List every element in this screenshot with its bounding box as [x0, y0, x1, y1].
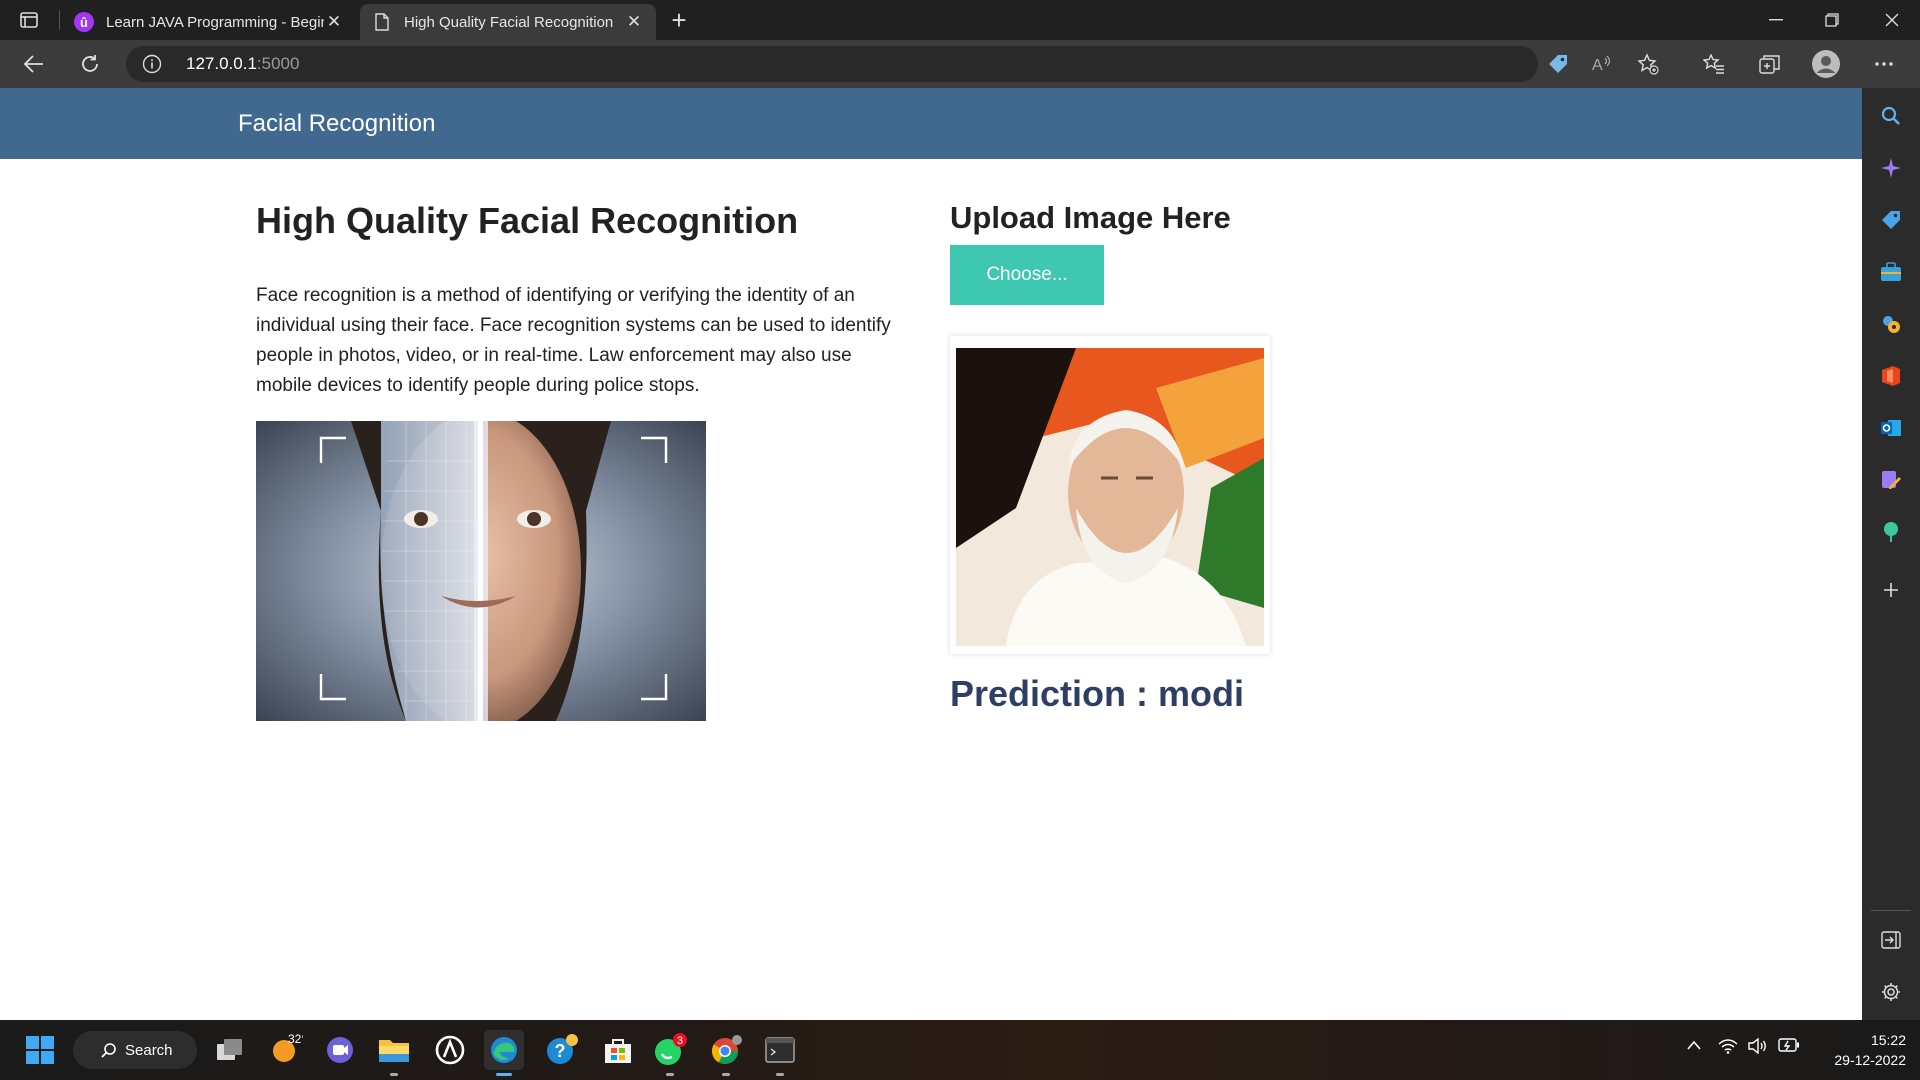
terminal-icon[interactable] [760, 1030, 800, 1076]
upload-heading: Upload Image Here [950, 200, 1231, 235]
drop-notes-icon[interactable] [1877, 466, 1905, 494]
tab-learn-java[interactable]: û Learn JAVA Programming - Begin ✕ [62, 4, 356, 40]
tab-separator [59, 10, 60, 30]
microsoft-store-icon[interactable] [598, 1030, 638, 1070]
coupon-tag-icon[interactable] [1546, 52, 1570, 76]
search-icon[interactable] [1877, 102, 1905, 130]
tab-label: High Quality Facial Recognition [404, 13, 614, 31]
task-view-icon[interactable] [210, 1030, 250, 1070]
read-aloud-icon[interactable]: A [1590, 52, 1614, 76]
tools-briefcase-icon[interactable] [1877, 258, 1905, 286]
help-icon[interactable]: ? [542, 1030, 582, 1070]
running-indicator [776, 1073, 784, 1076]
tab-actions-icon[interactable] [14, 8, 44, 32]
svg-text:A: A [1592, 57, 1603, 74]
restore-icon[interactable] [1804, 0, 1860, 40]
page-icon [372, 12, 392, 32]
choose-file-button[interactable]: Choose... [950, 245, 1104, 305]
tree-icon[interactable] [1877, 518, 1905, 546]
tab-facial-recognition[interactable]: High Quality Facial Recognition ✕ [360, 4, 656, 40]
whatsapp-badge: 3 [677, 1035, 683, 1047]
windows-taskbar: Search 32° ? 3 [0, 1020, 1920, 1080]
svg-text:?: ? [555, 1041, 566, 1061]
edge-browser-icon[interactable] [484, 1030, 524, 1076]
more-options-icon[interactable] [1868, 48, 1900, 80]
weather-icon[interactable]: 32° [266, 1030, 306, 1070]
add-sidebar-app-icon[interactable] [1877, 576, 1905, 604]
edge-sidebar [1862, 88, 1920, 1020]
discover-sparkle-icon[interactable] [1877, 154, 1905, 182]
hide-sidebar-icon[interactable] [1877, 926, 1905, 954]
close-window-icon[interactable] [1864, 0, 1920, 40]
minimize-icon[interactable] [1748, 0, 1804, 40]
clock-date: 29-12-2022 [1834, 1052, 1906, 1068]
uploaded-image-card [950, 336, 1270, 654]
add-favorite-icon[interactable] [1636, 52, 1660, 76]
running-indicator [390, 1073, 398, 1076]
show-hidden-icons-icon[interactable] [1686, 1038, 1702, 1055]
url-host: 127.0.0.1 [186, 54, 257, 73]
svg-text:û: û [80, 15, 88, 30]
facial-recognition-image [256, 421, 706, 721]
brand-link[interactable]: Facial Recognition [238, 110, 435, 138]
taskbar-clock[interactable]: 15:22 29-12-2022 [1810, 1030, 1906, 1070]
tab-label: Learn JAVA Programming - Begin [106, 13, 324, 31]
site-navbar: Facial Recognition [0, 88, 1862, 159]
running-indicator [666, 1073, 674, 1076]
search-icon [101, 1043, 116, 1058]
prediction-result: Prediction : modi [950, 673, 1245, 714]
whatsapp-icon[interactable]: 3 [650, 1030, 690, 1076]
close-tab-icon[interactable]: ✕ [624, 12, 644, 32]
url-port: :5000 [256, 54, 300, 73]
app-icon[interactable] [430, 1030, 470, 1070]
settings-gear-icon[interactable] [1877, 978, 1905, 1006]
collections-icon[interactable] [1754, 48, 1786, 80]
active-indicator [496, 1073, 512, 1076]
page-viewport: Facial Recognition High Quality Facial R… [0, 88, 1862, 1020]
address-bar[interactable]: 127.0.0.1:5000 A [126, 46, 1659, 82]
uploaded-photo [956, 348, 1264, 646]
chrome-icon[interactable] [706, 1030, 746, 1076]
windows-start-icon[interactable] [20, 1030, 60, 1070]
browser-tab-bar: û Learn JAVA Programming - Begin ✕ High … [0, 0, 1920, 40]
taskbar-search[interactable]: Search [73, 1031, 197, 1069]
back-arrow-icon[interactable] [18, 48, 50, 80]
close-tab-icon[interactable]: ✕ [324, 12, 344, 32]
games-icon[interactable] [1877, 310, 1905, 338]
page-heading: High Quality Facial Recognition [256, 200, 799, 241]
file-explorer-icon[interactable] [374, 1030, 414, 1076]
clock-time: 15:22 [1870, 1032, 1906, 1048]
udemy-icon: û [74, 12, 94, 32]
outlook-icon[interactable] [1877, 414, 1905, 442]
favorites-icon[interactable] [1698, 48, 1730, 80]
volume-icon[interactable] [1748, 1037, 1768, 1058]
description-text: Face recognition is a method of identify… [256, 285, 891, 396]
wifi-icon[interactable] [1718, 1038, 1738, 1058]
shopping-tag-icon[interactable] [1877, 206, 1905, 234]
new-tab-button[interactable]: + [664, 6, 694, 34]
running-indicator [722, 1073, 730, 1076]
url-text[interactable]: 127.0.0.1:5000 [186, 54, 299, 74]
profile-avatar[interactable] [1810, 48, 1842, 80]
sidebar-divider [1871, 910, 1911, 911]
browser-toolbar: 127.0.0.1:5000 A [0, 40, 1920, 88]
teams-chat-icon[interactable] [320, 1030, 360, 1070]
refresh-icon[interactable] [74, 48, 106, 80]
search-label: Search [125, 1041, 173, 1059]
battery-icon[interactable] [1778, 1038, 1800, 1056]
office-icon[interactable] [1877, 362, 1905, 390]
weather-temp: 32° [288, 1033, 303, 1046]
site-info-icon[interactable] [142, 54, 162, 74]
